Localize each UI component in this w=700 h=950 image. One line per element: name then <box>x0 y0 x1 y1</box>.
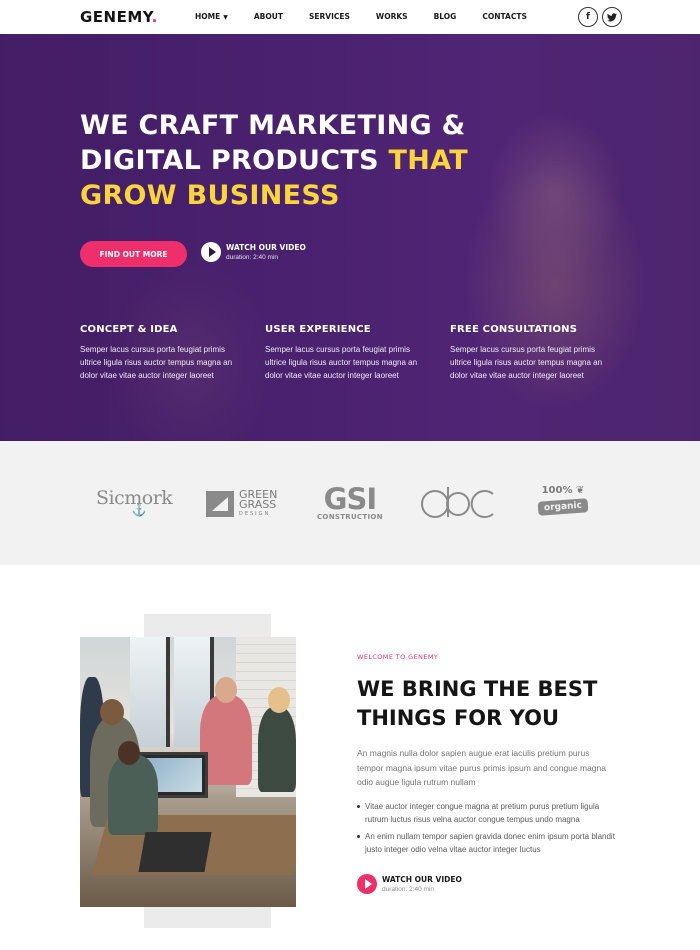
feature-user-experience: USER EXPERIENCE Semper lacus cursus port… <box>265 324 450 382</box>
logo-text: GENEMY <box>80 8 152 26</box>
video-label: WATCH OUR VIDEO <box>382 875 462 884</box>
person-head <box>118 741 140 765</box>
nav-home[interactable]: HOME ▼ <box>195 12 228 21</box>
find-out-more-button[interactable]: FIND OUT MORE <box>80 241 187 267</box>
nav-blog[interactable]: BLOG <box>434 12 457 21</box>
nav-about[interactable]: ABOUT <box>254 12 283 21</box>
person-head <box>215 677 237 703</box>
sicmork-logo: Sicmork ⚓ <box>96 487 173 517</box>
hero-title-highlight-2: GROW BUSINESS <box>80 180 340 211</box>
logo-dot: . <box>151 8 158 26</box>
list-item: Vitae auctor integer congue magna at pre… <box>357 800 619 826</box>
video-duration: duration: 2:40 min <box>226 254 279 261</box>
feature-text: Semper lacus cursus porta feugiat primis… <box>450 345 603 380</box>
feature-title: USER EXPERIENCE <box>265 324 371 335</box>
dbc-mark <box>421 487 494 518</box>
feature-text: Semper lacus cursus porta feugiat primis… <box>80 345 233 380</box>
site-header: GENEMY. HOME ▼ ABOUT SERVICES WORKS BLOG … <box>0 0 700 34</box>
hero-title: WE CRAFT MARKETING & DIGITAL PRODUCTS TH… <box>80 108 540 213</box>
organic-pct-text: 100% <box>541 485 573 496</box>
gsi-logo: GSI CONSTRUCTION <box>317 482 383 522</box>
about-list: Vitae auctor integer congue magna at pre… <box>357 800 619 860</box>
feature-consultations: FREE CONSULTATIONS Semper lacus cursus p… <box>450 324 635 382</box>
play-triangle <box>208 247 216 257</box>
organic-badge: organic <box>537 498 589 516</box>
client-logos: Sicmork ⚓ GREEN GRASS DESIGN GSI CONSTRU… <box>0 441 700 565</box>
social-links: f <box>578 7 622 27</box>
about-watch-video-link[interactable]: WATCH OUR VIDEO duration: 2:40 min <box>357 874 462 894</box>
green-grass-logo: GREEN GRASS DESIGN <box>206 489 277 518</box>
gsi-text: GSI <box>323 482 377 516</box>
video-duration: duration: 2:40 min <box>382 886 435 893</box>
chevron-down-icon: ▼ <box>223 14 228 21</box>
person <box>258 707 296 792</box>
about-title-line-1: WE BRING THE BEST <box>357 677 598 701</box>
video-label: WATCH OUR VIDEO <box>226 243 306 252</box>
twitter-icon[interactable] <box>602 7 622 27</box>
site-logo[interactable]: GENEMY. <box>80 8 158 26</box>
green-grass-mark-icon <box>206 491 234 517</box>
about-text: An magnis nulla dolor sapien augue erat … <box>357 748 606 787</box>
feature-title: FREE CONSULTATIONS <box>450 324 578 335</box>
hero-title-highlight-1: THAT <box>388 145 468 176</box>
person-head <box>100 699 124 725</box>
laptop <box>138 832 212 872</box>
feature-text: Semper lacus cursus porta feugiat primis… <box>265 345 418 380</box>
about-title: WE BRING THE BEST THINGS FOR YOU <box>357 675 647 733</box>
organic-logo: 100% ❦ organic <box>537 485 589 516</box>
leaf-icon: ❦ <box>575 485 585 496</box>
nav-works[interactable]: WORKS <box>376 12 408 21</box>
main-nav: HOME ▼ ABOUT SERVICES WORKS BLOG CONTACTS <box>195 12 553 21</box>
watch-video-link[interactable]: WATCH OUR VIDEO duration: 2:40 min <box>201 242 306 262</box>
hero-features: CONCEPT & IDEA Semper lacus cursus porta… <box>80 324 635 382</box>
video-text: WATCH OUR VIDEO duration: 2:40 min <box>226 243 306 261</box>
gsi-subtext: CONSTRUCTION <box>317 513 383 521</box>
play-icon <box>357 874 377 894</box>
window <box>130 637 170 747</box>
play-triangle <box>364 879 372 889</box>
person <box>108 755 158 835</box>
office-team-photo <box>80 637 296 907</box>
hero-title-line-2: DIGITAL PRODUCTS <box>80 145 389 176</box>
hero-section: WE CRAFT MARKETING & DIGITAL PRODUCTS TH… <box>0 34 700 441</box>
green-grass-word-3: DESIGN <box>239 511 271 517</box>
feature-concept: CONCEPT & IDEA Semper lacus cursus porta… <box>80 324 265 382</box>
video-text: WATCH OUR VIDEO duration: 2:40 min <box>382 875 462 893</box>
facebook-icon[interactable]: f <box>578 7 598 27</box>
about-title-line-2: THINGS FOR YOU <box>357 706 560 730</box>
twitter-bird-glyph <box>607 12 617 21</box>
dbc-logo <box>420 485 496 524</box>
about-eyebrow: WELCOME TO GENEMY <box>357 653 439 661</box>
nav-services[interactable]: SERVICES <box>309 12 350 21</box>
list-item: An enim nullam tempor sapien gravida don… <box>357 830 619 856</box>
hero-title-line-1: WE CRAFT MARKETING & <box>80 110 466 141</box>
nav-home-label: HOME <box>195 12 221 21</box>
green-grass-text: GREEN GRASS DESIGN <box>239 489 277 518</box>
nav-contacts[interactable]: CONTACTS <box>482 12 527 21</box>
feature-title: CONCEPT & IDEA <box>80 324 178 335</box>
person-head <box>268 687 290 713</box>
organic-pct: 100% ❦ <box>538 485 588 496</box>
play-icon <box>201 242 221 262</box>
